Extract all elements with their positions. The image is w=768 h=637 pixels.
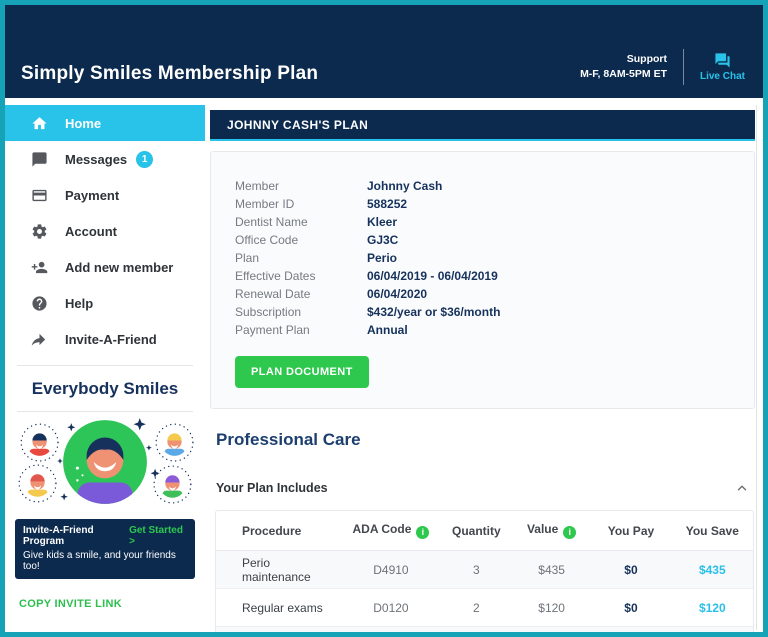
plan-detail-row-renewal-date: Renewal Date 06/04/2020 [235,287,730,305]
plan-detail-row-member: Member Johnny Cash [235,179,730,197]
plan-details-list: Member Johnny Cash Member ID 588252 Dent… [235,179,730,341]
header-right: Support M-F, 8AM-5PM ET Live Chat [580,49,745,85]
plan-document-button[interactable]: PLAN DOCUMENT [235,356,369,388]
plan-detail-row-dentist-name: Dentist Name Kleer [235,215,730,233]
plan-detail-row-payment-plan: Payment Plan Annual [235,323,730,341]
plan-detail-row-member-id: Member ID 588252 [235,197,730,215]
banner-subtitle: Give kids a smile, and your friends too! [23,550,187,572]
sidebar-item-invite-a-friend[interactable]: Invite-A-Friend [5,321,205,357]
card-icon [31,187,48,204]
support-hours: Support M-F, 8AM-5PM ET [580,52,667,82]
plan-includes-title: Your Plan Includes [216,481,328,495]
plan-detail-row-office-code: Office Code GJ3C [235,233,730,251]
column-header-quantity: Quantity [440,524,513,538]
sidebar-item-messages[interactable]: Messages 1 [5,141,205,177]
table-row-regular-exams: Regular exams D0120 2 $120 $0 $120 [216,589,753,627]
invite-a-friend-banner[interactable]: Invite-A-Friend Program Get Started > Gi… [15,519,195,579]
column-header-value: Value [513,522,590,539]
sidebar-item-add-new-member[interactable]: Add new member [5,249,205,285]
chat-icon [31,151,48,168]
info-icon[interactable] [416,526,429,539]
main-content: JOHNNY CASH'S PLAN Member Johnny Cash Me… [205,105,763,632]
column-header-you-pay: You Pay [590,524,671,538]
plan-details-card: Member Johnny Cash Member ID 588252 Dent… [210,151,755,409]
sidebar: Home Messages 1 Payment [5,105,205,632]
share-icon [31,331,48,348]
table-row-perio-maintenance: Perio maintenance D4910 3 $435 $0 $435 [216,551,753,589]
page-title: Simply Smiles Membership Plan [21,63,318,85]
scrollbar-track[interactable] [756,105,757,630]
table-row-oral-screenings: Oral screenings D0190 2 $120 $0 $120 [216,627,753,632]
app-window: Simply Smiles Membership Plan Support M-… [0,0,768,637]
info-icon[interactable] [563,526,576,539]
support-label: Support [580,52,667,67]
professional-care-title: Professional Care [216,430,755,450]
app-header: Simply Smiles Membership Plan Support M-… [5,5,763,98]
gear-icon [31,223,48,240]
header-divider [683,49,684,85]
column-header-procedure: Procedure [216,524,342,538]
chat-bubbles-icon [714,52,731,69]
table-header-row: Procedure ADA Code Quantity Value You Pa… [216,511,753,551]
sidebar-divider [17,365,193,366]
sidebar-item-help[interactable]: Help [5,285,205,321]
chevron-up-icon[interactable] [735,481,749,495]
support-hours-text: M-F, 8AM-5PM ET [580,67,667,82]
live-chat-label: Live Chat [700,71,745,82]
home-icon [31,115,48,132]
app-body: Home Messages 1 Payment [5,98,763,632]
everybody-smiles-title: Everybody Smiles [5,379,205,399]
table-body: Perio maintenance D4910 3 $435 $0 $435 R… [216,551,753,632]
live-chat-button[interactable]: Live Chat [700,52,745,82]
banner-program-label: Invite-A-Friend Program [23,525,129,547]
help-icon [31,295,48,312]
sidebar-item-account[interactable]: Account [5,213,205,249]
plan-detail-row-subscription: Subscription $432/year or $36/month [235,305,730,323]
plan-detail-row-effective-dates: Effective Dates 06/04/2019 - 06/04/2019 [235,269,730,287]
sidebar-item-payment[interactable]: Payment [5,177,205,213]
sidebar-nav: Home Messages 1 Payment [5,105,205,357]
column-header-you-save: You Save [672,524,753,538]
banner-top-line: Invite-A-Friend Program Get Started > [23,525,187,547]
plan-header-bar: JOHNNY CASH'S PLAN [210,110,755,141]
plan-detail-row-plan: Plan Perio [235,251,730,269]
plan-includes-table: Procedure ADA Code Quantity Value You Pa… [215,510,754,632]
unread-count-badge: 1 [136,151,153,168]
copy-invite-link[interactable]: COPY INVITE LINK [19,598,205,610]
sidebar-item-home[interactable]: Home [5,105,205,141]
column-header-ada-code: ADA Code [342,522,440,539]
everybody-smiles-illustration [5,412,205,509]
get-started-link[interactable]: Get Started > [129,525,187,547]
plan-includes-header: Your Plan Includes [216,481,749,495]
person-add-icon [31,259,48,276]
smiling-people-illustration [13,415,197,509]
